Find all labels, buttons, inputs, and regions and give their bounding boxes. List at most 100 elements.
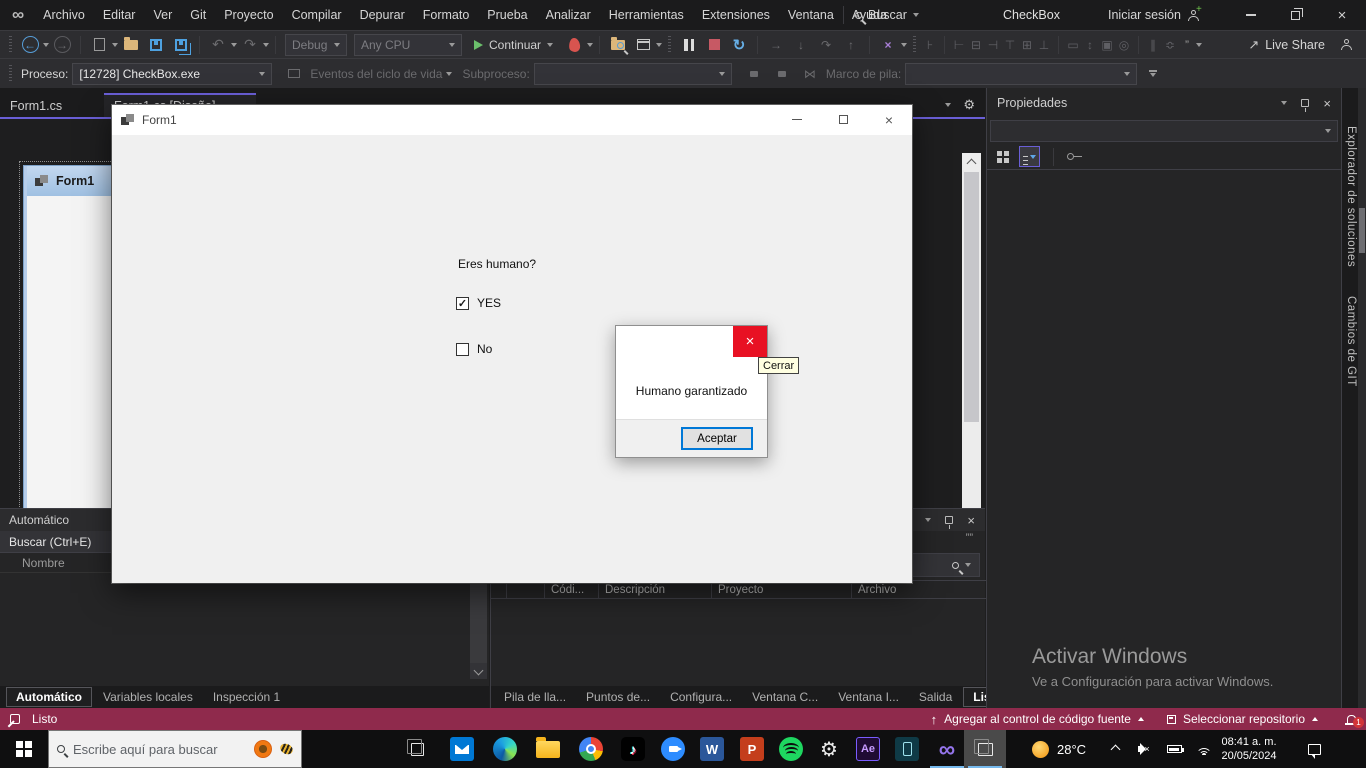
lifecycle-label[interactable]: Eventos del ciclo de vida — [310, 67, 442, 81]
align-centers-icon[interactable]: ⊟ — [968, 38, 984, 52]
alphabetical-sort-icon[interactable] — [1019, 146, 1040, 167]
hot-reload-button[interactable] — [562, 33, 586, 57]
taskbar-spotify[interactable] — [770, 730, 812, 768]
chevron-down-icon[interactable] — [1196, 43, 1202, 47]
notifications-button[interactable]: 1 — [1347, 715, 1356, 723]
app-minimize-button[interactable] — [774, 105, 820, 134]
undo-button[interactable]: ↶ — [206, 33, 230, 57]
search-box[interactable]: Buscar — [838, 0, 919, 30]
message-box[interactable]: × Humano garantizado Aceptar — [615, 325, 768, 458]
solution-configuration-dropdown[interactable]: Debug — [285, 34, 347, 56]
taskbar-settings[interactable]: ⚙ — [808, 730, 850, 768]
tray-clock[interactable]: 08:41 a. m. 20/05/2024 — [1218, 735, 1280, 763]
gear-icon[interactable]: ⚙ — [963, 97, 975, 113]
close-icon[interactable]: × — [967, 514, 975, 527]
taskbar-visual-studio[interactable]: ∞ — [926, 730, 968, 768]
parallel-stacks-icon[interactable]: ⋈ — [798, 62, 822, 86]
align-rights-icon[interactable]: ⊣ — [985, 38, 1001, 52]
close-icon[interactable]: × — [1323, 97, 1331, 110]
dialog-close-button[interactable]: × — [733, 326, 767, 357]
tab-salida[interactable]: Salida — [910, 687, 961, 707]
document-list-dropdown-icon[interactable] — [945, 103, 951, 107]
menu-ver[interactable]: Ver — [144, 0, 181, 30]
taskbar-search-box[interactable]: Escribe aquí para buscar — [48, 730, 302, 768]
tab-variables-locales[interactable]: Variables locales — [94, 687, 202, 707]
select-repository-button[interactable]: Seleccionar repositorio — [1183, 712, 1305, 726]
tab-inspeccion-1[interactable]: Inspección 1 — [204, 687, 289, 707]
taskbar-tiktok[interactable]: ♪ — [612, 730, 654, 768]
chevron-down-icon[interactable] — [231, 43, 237, 47]
process-dropdown[interactable]: [12728] CheckBox.exe — [72, 63, 272, 85]
checkbox-no[interactable]: No — [456, 342, 492, 356]
tray-show-hidden-button[interactable] — [1100, 730, 1130, 768]
start-button[interactable] — [0, 730, 48, 768]
align-lefts-icon[interactable]: ⊢ — [951, 38, 967, 52]
checkbox-yes[interactable]: ✓ YES — [456, 296, 501, 310]
menu-prueba[interactable]: Prueba — [478, 0, 536, 30]
menu-ventana[interactable]: Ventana — [779, 0, 843, 30]
chevron-down-icon[interactable] — [263, 43, 269, 47]
show-next-statement-button[interactable]: → — [764, 33, 788, 57]
step-into-button[interactable]: ↓ — [789, 33, 813, 57]
pin-icon[interactable] — [945, 516, 953, 524]
app-close-button[interactable]: × — [866, 105, 912, 134]
toolbar-grip[interactable] — [913, 36, 916, 54]
menu-analizar[interactable]: Analizar — [537, 0, 600, 30]
column-descripcion[interactable]: Descripción — [599, 581, 712, 598]
toolbar-grip[interactable] — [668, 36, 671, 54]
column-codigo[interactable]: Códi... — [545, 581, 599, 598]
window-minimize-button[interactable] — [1228, 0, 1273, 30]
make-same-width-icon[interactable]: ▭ — [1065, 38, 1081, 52]
break-all-button[interactable] — [677, 33, 701, 57]
checkbox-yes-box[interactable]: ✓ — [456, 297, 469, 310]
vertical-spacing-icon[interactable]: ≎ — [1162, 38, 1178, 52]
window-layout-button[interactable] — [631, 33, 655, 57]
pin-icon[interactable] — [1301, 99, 1309, 107]
navigate-forward-button[interactable]: → — [50, 33, 74, 57]
step-over-button[interactable]: ↷ — [814, 33, 838, 57]
tab-configuracion[interactable]: Configura... — [661, 687, 741, 707]
toolbar-grip[interactable] — [9, 65, 12, 83]
scroll-thumb[interactable] — [964, 172, 979, 422]
menu-compilar[interactable]: Compilar — [283, 0, 351, 30]
horizontal-spacing-icon[interactable]: ∥ — [1145, 38, 1161, 52]
add-to-source-control-button[interactable]: Agregar al control de código fuente — [944, 712, 1131, 726]
taskbar-mail[interactable] — [441, 730, 483, 768]
property-pages-icon[interactable] — [1067, 153, 1082, 160]
categorized-icon[interactable] — [995, 149, 1011, 165]
tray-battery-button[interactable] — [1158, 730, 1190, 768]
column-proyecto[interactable]: Proyecto — [712, 581, 852, 598]
redo-button[interactable]: ↷ — [238, 33, 262, 57]
checkbox-no-box[interactable] — [456, 343, 469, 356]
chevron-down-icon[interactable] — [43, 43, 49, 47]
open-file-button[interactable] — [119, 33, 143, 57]
window-edge-scrollbar[interactable] — [1358, 88, 1366, 708]
menu-editar[interactable]: Editar — [94, 0, 145, 30]
taskbar-edge[interactable] — [484, 730, 526, 768]
taskbar-word[interactable]: W — [691, 730, 733, 768]
lifecycle-events-icon[interactable] — [282, 62, 306, 86]
step-out-button[interactable]: ↑ — [839, 33, 863, 57]
new-project-button[interactable] — [87, 33, 111, 57]
chevron-down-icon[interactable] — [901, 43, 907, 47]
debugbar-overflow-button[interactable] — [1141, 62, 1165, 86]
column-archivo[interactable]: Archivo — [852, 581, 986, 598]
app-titlebar[interactable]: Form1 × — [112, 105, 912, 135]
column-severity[interactable] — [491, 581, 507, 598]
chevron-down-icon[interactable] — [1281, 101, 1287, 105]
taskbar-after-effects[interactable]: Ae — [847, 730, 889, 768]
toolbar-grip[interactable] — [9, 36, 12, 54]
menu-depurar[interactable]: Depurar — [351, 0, 414, 30]
flag-threads-icon[interactable] — [770, 62, 794, 86]
stop-debugging-button[interactable] — [702, 33, 726, 57]
live-share-button[interactable]: ↗ Live Share — [1248, 37, 1366, 53]
scroll-up-button[interactable] — [962, 153, 981, 170]
chevron-down-icon[interactable] — [587, 43, 593, 47]
make-same-height-icon[interactable]: ↕ — [1082, 38, 1098, 52]
tab-form1-cs[interactable]: Form1.cs — [0, 95, 102, 117]
feedback-icon[interactable] — [1341, 39, 1352, 50]
tray-network-button[interactable] — [1188, 730, 1220, 768]
app-maximize-button[interactable] — [820, 105, 866, 134]
align-tops-icon[interactable]: ⊤ — [1002, 38, 1018, 52]
weather-widget[interactable]: 28°C — [1032, 730, 1086, 768]
